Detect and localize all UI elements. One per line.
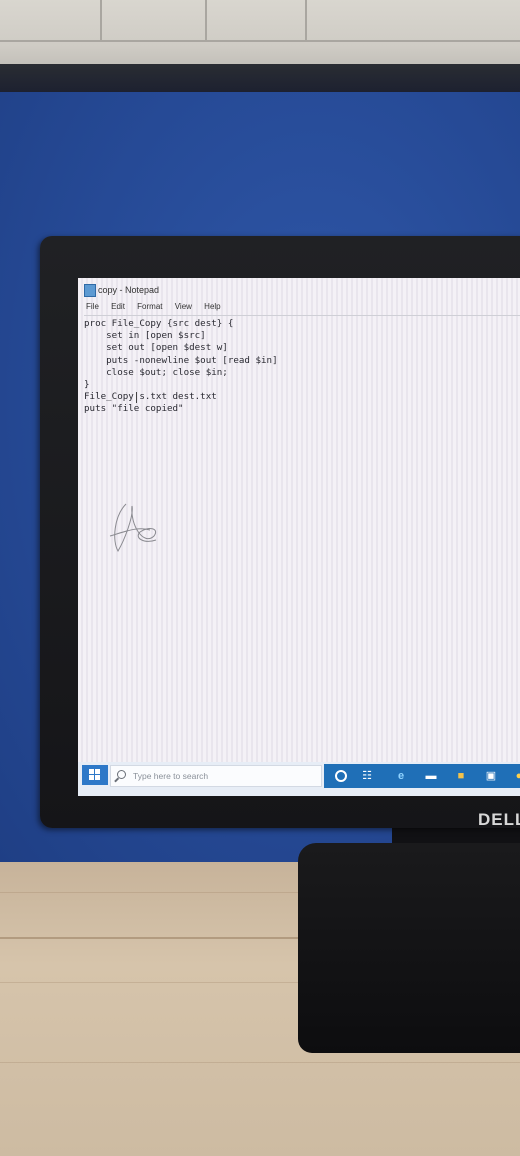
menu-view[interactable]: View: [175, 302, 192, 311]
notepad-icon: [84, 284, 96, 297]
cortana-icon[interactable]: [335, 770, 347, 782]
wood-grain: [0, 1062, 520, 1063]
mouse-scribble: [104, 496, 174, 571]
wood-grain: [0, 892, 300, 893]
ceiling-rail: [0, 40, 520, 42]
text-caret: [136, 392, 137, 403]
edge-icon[interactable]: e: [394, 770, 408, 782]
menu-file[interactable]: File: [86, 302, 99, 311]
code-content: proc File_Copy {src dest} { set in [open…: [84, 316, 520, 416]
code-line: close $out; close $in;: [84, 366, 228, 378]
taskbar-icon-strip: ☷ e ▬ ■ ▣ ●: [324, 764, 520, 788]
search-placeholder: Type here to search: [133, 771, 209, 781]
window-title: copy - Notepad: [98, 285, 160, 295]
monitor-screen: copy - Notepad File Edit Format View Hel…: [78, 278, 520, 796]
code-line: }: [84, 379, 90, 391]
calendar-icon[interactable]: ▣: [484, 770, 498, 782]
dell-logo: DELL: [478, 810, 520, 829]
code-line: set in [open $src]: [84, 330, 206, 342]
text-editor[interactable]: proc File_Copy {src dest} { set in [open…: [84, 315, 520, 756]
menu-edit[interactable]: Edit: [111, 302, 125, 311]
store-icon[interactable]: ▬: [424, 770, 438, 782]
menu-help[interactable]: Help: [204, 302, 220, 311]
menu-bar: File Edit Format View Help: [86, 302, 231, 311]
cubicle-top-rail: [0, 64, 520, 94]
notepad-titlebar[interactable]: copy - Notepad: [78, 282, 520, 300]
ceiling-tile-seam: [305, 0, 307, 40]
code-line: puts -nonewline $out [read $in]: [84, 354, 278, 366]
desk-seam: [0, 937, 300, 939]
chrome-icon[interactable]: ●: [512, 770, 520, 782]
task-view-icon[interactable]: ☷: [360, 770, 374, 782]
ceiling-tile-seam: [100, 0, 102, 40]
code-line: File_Copy s.txt dest.txt: [84, 391, 217, 403]
taskbar-search-input[interactable]: Type here to search: [110, 765, 322, 787]
search-icon: [117, 770, 126, 779]
ceiling-tile-seam: [205, 0, 207, 40]
taskbar: Type here to search ☷ e ▬ ■ ▣ ●: [78, 762, 520, 796]
windows-start-icon[interactable]: [82, 765, 108, 785]
code-line: set out [open $dest w]: [84, 342, 228, 354]
code-line: puts "file copied": [84, 403, 184, 415]
file-explorer-icon[interactable]: ■: [454, 770, 468, 782]
code-line: proc File_Copy {src dest} {: [84, 318, 234, 329]
monitor-stand: [298, 843, 520, 1053]
menu-format[interactable]: Format: [137, 302, 162, 311]
